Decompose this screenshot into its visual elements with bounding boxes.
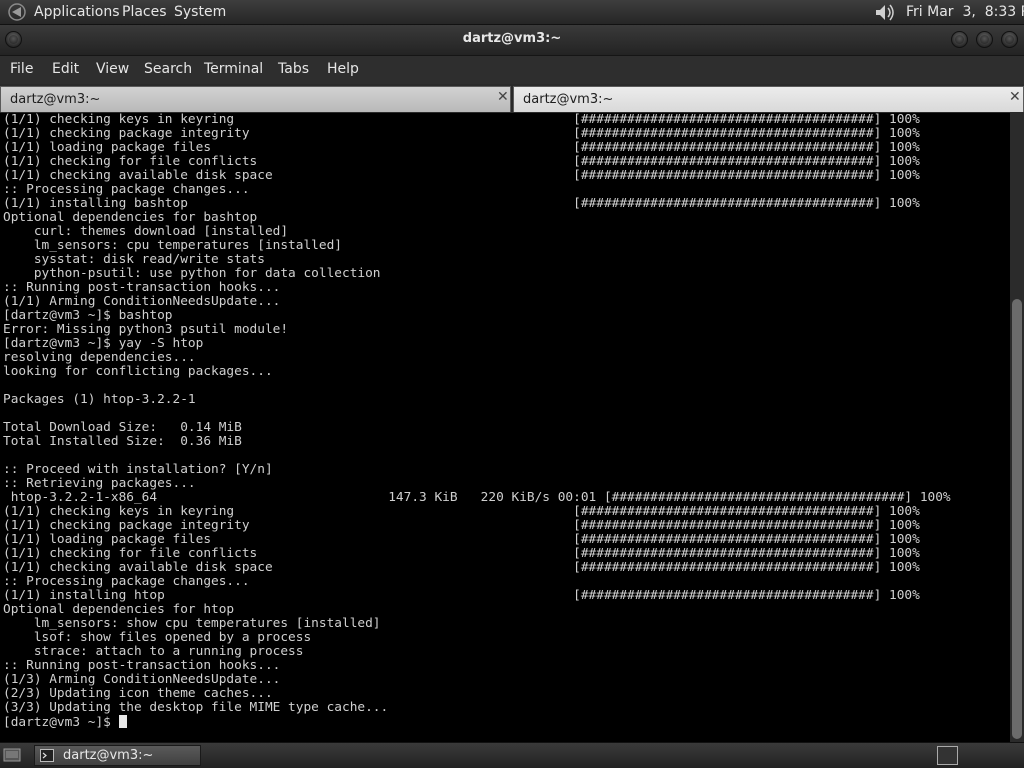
terminal-line: (1/1) checking for file conflicts [#####… xyxy=(3,546,920,561)
terminal-line: (2/3) Updating icon theme caches... xyxy=(3,686,273,701)
terminal-line: (3/3) Updating the desktop file MIME typ… xyxy=(3,700,389,715)
close-button[interactable] xyxy=(1001,31,1018,48)
terminal-line: lm_sensors: show cpu temperatures [insta… xyxy=(3,616,381,631)
terminal-line: lm_sensors: cpu temperatures [installed] xyxy=(3,238,342,253)
terminal-output: (1/1) checking keys in keyring [########… xyxy=(3,113,951,730)
terminal-line: (1/1) Arming ConditionNeedsUpdate... xyxy=(3,294,281,309)
terminal-line: [dartz@vm3 ~]$ yay -S htop xyxy=(3,336,204,351)
terminal-line: python-psutil: use python for data colle… xyxy=(3,266,381,281)
terminal-view[interactable]: (1/1) checking keys in keyring [########… xyxy=(0,113,1010,742)
terminal-line: :: Processing package changes... xyxy=(3,182,250,197)
terminal-line: :: Processing package changes... xyxy=(3,574,250,589)
terminal-line: (1/1) checking for file conflicts [#####… xyxy=(3,154,920,169)
menubar: File Edit View Search Terminal Tabs Help xyxy=(0,56,1024,84)
close-tab-icon[interactable]: ✕ xyxy=(1009,89,1021,105)
terminal-line: curl: themes download [installed] xyxy=(3,224,289,239)
terminal-line: Optional dependencies for htop xyxy=(3,602,235,617)
terminal-line: (1/1) checking package integrity [######… xyxy=(3,518,920,533)
terminal-line: Packages (1) htop-3.2.2-1 xyxy=(3,392,196,407)
terminal-line: (1/1) installing bashtop [##############… xyxy=(3,196,920,211)
terminal-prompt-line[interactable]: [dartz@vm3 ~]$ xyxy=(3,715,951,730)
minimize-button[interactable] xyxy=(951,31,968,48)
scrollbar[interactable] xyxy=(1010,113,1024,742)
terminal-line: Error: Missing python3 psutil module! xyxy=(3,322,289,337)
terminal-line: htop-3.2.2-1-x86_64 147.3 KiB 220 KiB/s … xyxy=(3,490,951,505)
taskbar-window-button[interactable]: dartz@vm3:~ xyxy=(34,745,201,766)
show-desktop-icon[interactable] xyxy=(3,747,21,763)
terminal-icon xyxy=(40,749,54,762)
terminal-line: :: Proceed with installation? [Y/n] xyxy=(3,462,273,477)
terminal-line: sysstat: disk read/write stats xyxy=(3,252,265,267)
scrollbar-thumb[interactable] xyxy=(1012,299,1022,739)
terminal-line: Total Installed Size: 0.36 MiB xyxy=(3,434,242,449)
volume-icon[interactable] xyxy=(874,3,896,22)
terminal-line: Optional dependencies for bashtop xyxy=(3,210,258,225)
applications-menu[interactable]: Applications xyxy=(34,4,120,20)
terminal-line: looking for conflicting packages... xyxy=(3,364,273,379)
tab-bar: dartz@vm3:~ ✕ dartz@vm3:~ ✕ xyxy=(0,84,1024,113)
terminal-line: :: Retrieving packages... xyxy=(3,476,196,491)
terminal-line: Total Download Size: 0.14 MiB xyxy=(3,420,242,435)
tab-label: dartz@vm3:~ xyxy=(523,92,614,107)
tab-label: dartz@vm3:~ xyxy=(10,92,101,107)
clock[interactable]: Fri Mar 3, 8:33 PM xyxy=(906,4,1024,20)
top-panel: Applications Places System Fri Mar 3, 8:… xyxy=(0,0,1024,25)
terminal-line: [dartz@vm3 ~]$ bashtop xyxy=(3,308,173,323)
close-tab-icon[interactable]: ✕ xyxy=(497,89,509,105)
terminal-line: (1/3) Arming ConditionNeedsUpdate... xyxy=(3,672,281,687)
terminal-line: (1/1) checking available disk space [###… xyxy=(3,168,920,183)
terminal-line: (1/1) loading package files [###########… xyxy=(3,140,920,155)
view-menu[interactable]: View xyxy=(96,61,129,77)
workspace-switcher-icon[interactable] xyxy=(937,746,958,765)
terminal-menu[interactable]: Terminal xyxy=(204,61,263,77)
gnome-foot-icon[interactable] xyxy=(7,3,27,21)
terminal-line: (1/1) checking package integrity [######… xyxy=(3,126,920,141)
system-menu[interactable]: System xyxy=(174,4,226,20)
tab-terminal-1[interactable]: dartz@vm3:~ ✕ xyxy=(0,86,511,112)
places-menu[interactable]: Places xyxy=(122,4,167,20)
taskbar-label: dartz@vm3:~ xyxy=(63,748,154,763)
terminal-line: (1/1) checking keys in keyring [########… xyxy=(3,504,920,519)
terminal-line: :: Running post-transaction hooks... xyxy=(3,280,281,295)
terminal-line: resolving dependencies... xyxy=(3,350,196,365)
maximize-button[interactable] xyxy=(976,31,993,48)
edit-menu[interactable]: Edit xyxy=(52,61,79,77)
terminal-line: :: Running post-transaction hooks... xyxy=(3,658,281,673)
terminal-line: lsof: show files opened by a process xyxy=(3,630,312,645)
tabs-menu[interactable]: Tabs xyxy=(278,61,309,77)
terminal-line: (1/1) loading package files [###########… xyxy=(3,532,920,547)
terminal-line: (1/1) checking keys in keyring [########… xyxy=(3,113,920,127)
terminal-line: (1/1) checking available disk space [###… xyxy=(3,560,920,575)
search-menu[interactable]: Search xyxy=(144,61,192,77)
text-cursor xyxy=(118,715,127,728)
bottom-panel: dartz@vm3:~ xyxy=(0,742,1024,768)
shell-prompt: [dartz@vm3 ~]$ xyxy=(3,715,119,730)
tab-terminal-2[interactable]: dartz@vm3:~ ✕ xyxy=(513,86,1024,112)
file-menu[interactable]: File xyxy=(10,61,33,77)
window-title: dartz@vm3:~ xyxy=(462,31,562,46)
window-titlebar[interactable]: dartz@vm3:~ xyxy=(0,25,1024,56)
terminal-line: strace: attach to a running process xyxy=(3,644,304,659)
help-menu[interactable]: Help xyxy=(327,61,359,77)
terminal-line: (1/1) installing htop [#################… xyxy=(3,588,920,603)
